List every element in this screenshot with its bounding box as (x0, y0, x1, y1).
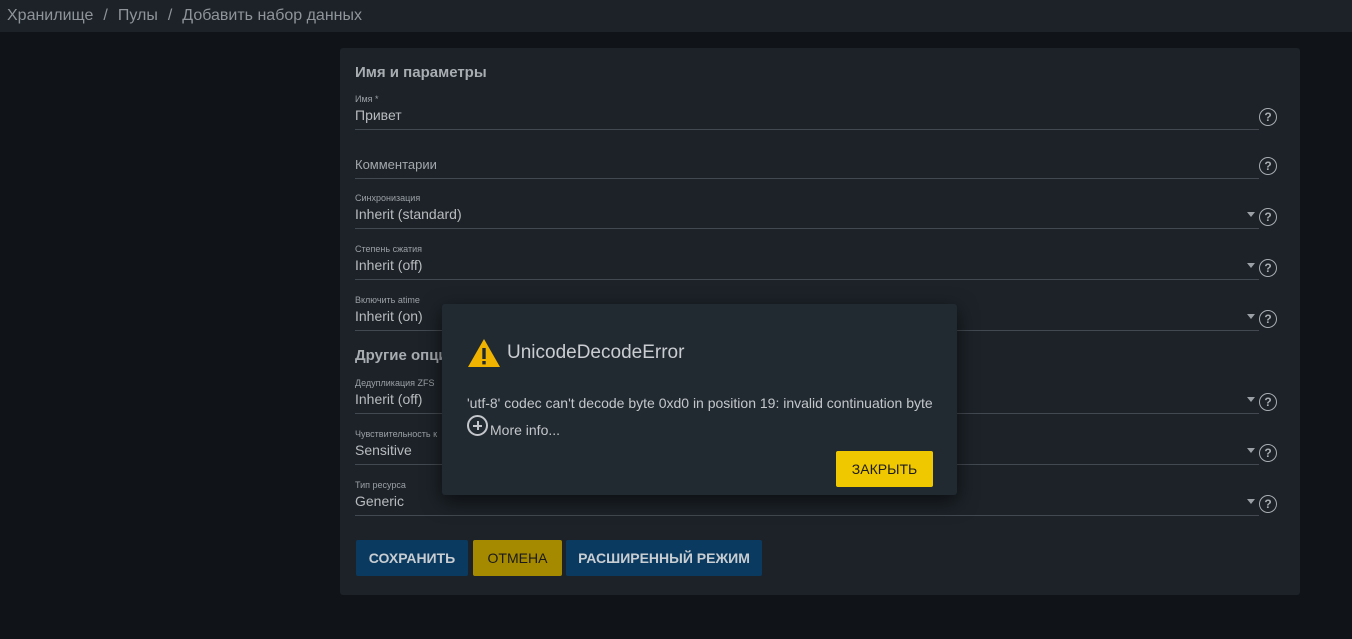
error-dialog: UnicodeDecodeError 'utf-8' codec can't d… (442, 304, 957, 495)
cancel-button[interactable]: ОТМЕНА (473, 540, 562, 576)
dialog-header: UnicodeDecodeError (467, 338, 684, 368)
help-icon[interactable]: ? (1259, 495, 1277, 513)
breadcrumb-separator: / (103, 7, 108, 24)
case-sensitivity-label: Чувствительность к (355, 429, 438, 439)
plus-circle-icon[interactable] (467, 415, 488, 436)
warning-icon (468, 339, 500, 367)
help-icon[interactable]: ? (1259, 310, 1277, 328)
help-icon[interactable]: ? (1259, 393, 1277, 411)
breadcrumb: Хранилище / Пулы / Добавить набор данных (0, 0, 1352, 32)
sync-label: Синхронизация (355, 193, 421, 203)
case-sensitivity-value: Sensitive (355, 442, 412, 458)
dropdown-arrow-icon (1247, 212, 1255, 217)
save-button[interactable]: СОХРАНИТЬ (356, 540, 468, 576)
breadcrumb-storage[interactable]: Хранилище (7, 7, 93, 25)
help-icon[interactable]: ? (1259, 444, 1277, 462)
atime-label: Включить atime (355, 295, 420, 305)
compression-label: Степень сжатия (355, 244, 423, 254)
sync-value: Inherit (standard) (355, 206, 462, 222)
compression-value: Inherit (off) (355, 257, 423, 273)
more-info-toggle[interactable]: More info... (467, 415, 560, 438)
comments-field[interactable]: Комментарии (355, 143, 1259, 179)
dropdown-arrow-icon (1247, 397, 1255, 402)
help-icon[interactable]: ? (1259, 259, 1277, 277)
compression-select[interactable]: Степень сжатия Inherit (off) (355, 244, 1259, 280)
breadcrumb-separator: / (167, 7, 173, 24)
sync-select[interactable]: Синхронизация Inherit (standard) (355, 193, 1259, 229)
breadcrumb-pools[interactable]: Пулы (118, 7, 158, 25)
name-label: Имя * (355, 94, 379, 104)
section-title-other: Другие опци (355, 347, 448, 364)
comments-placeholder: Комментарии (355, 157, 437, 172)
share-type-value: Generic (355, 493, 405, 509)
dialog-message: 'utf-8' codec can't decode byte 0xd0 in … (467, 395, 933, 411)
dropdown-arrow-icon (1247, 448, 1255, 453)
dialog-title: UnicodeDecodeError (507, 342, 685, 363)
help-icon[interactable]: ? (1259, 108, 1277, 126)
share-type-label: Тип ресурса (355, 480, 406, 490)
help-icon[interactable]: ? (1259, 157, 1277, 175)
breadcrumb-add-dataset: Добавить набор данных (182, 7, 362, 24)
dedup-value: Inherit (off) (355, 391, 423, 407)
advanced-mode-button[interactable]: РАСШИРЕННЫЙ РЕЖИМ (566, 540, 762, 576)
close-button[interactable]: ЗАКРЫТЬ (836, 451, 933, 487)
help-icon[interactable]: ? (1259, 208, 1277, 226)
dropdown-arrow-icon (1247, 263, 1255, 268)
dropdown-arrow-icon (1247, 314, 1255, 319)
atime-value: Inherit (on) (355, 308, 423, 324)
more-info-label[interactable]: More info... (490, 422, 560, 438)
dedup-label: Дедупликация ZFS (355, 378, 435, 388)
name-field[interactable]: Имя * Привет (355, 94, 1259, 130)
dropdown-arrow-icon (1247, 499, 1255, 504)
section-title-name-params: Имя и параметры (355, 64, 487, 81)
name-value: Привет (355, 107, 402, 123)
